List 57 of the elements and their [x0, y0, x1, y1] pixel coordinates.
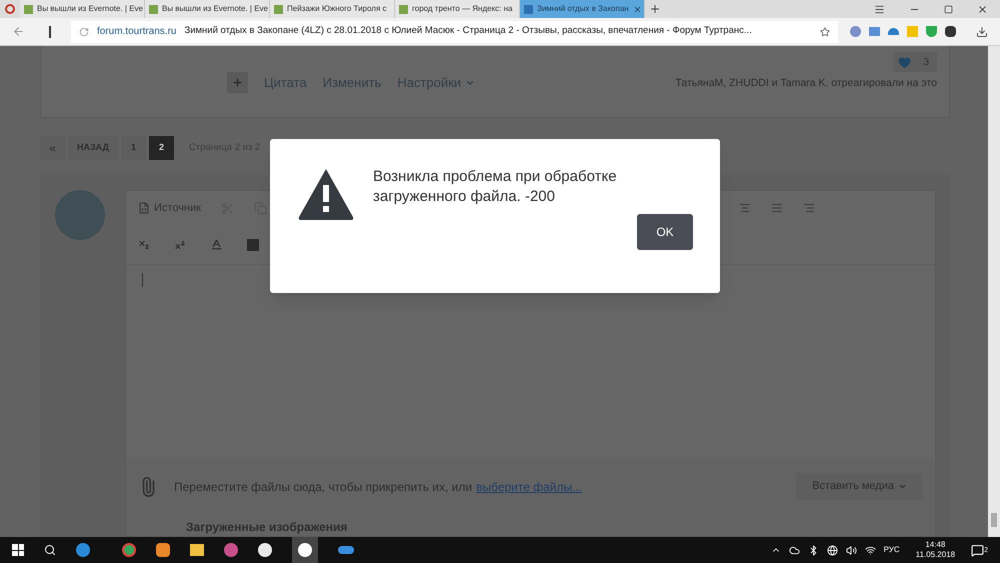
cloud-icon[interactable] — [788, 544, 800, 556]
clock-date: 11.05.2018 — [916, 550, 956, 560]
tab-title: Вы вышли из Evernote. | Eve — [162, 3, 268, 15]
volume-icon[interactable] — [846, 544, 857, 556]
plus-icon — [232, 77, 243, 88]
tab-favicon-icon — [149, 4, 158, 14]
reactions-text: ТатьянаM, ZHUDDI и Tamara K. отреагировали на это — [675, 76, 937, 91]
bookmark-star-icon[interactable] — [820, 26, 830, 36]
browser-tab[interactable]: Вы вышли из Evernote. | Eve — [145, 0, 270, 18]
source-code-icon — [138, 202, 150, 214]
caret-icon — [898, 482, 907, 491]
tab-favicon-icon — [24, 4, 33, 14]
heart-icon — [898, 56, 912, 68]
browser-tab[interactable]: город тренто — Яндекс: на — [395, 0, 520, 18]
taskbar-app-icon[interactable] — [156, 543, 170, 557]
tab-favicon-icon — [524, 4, 533, 14]
menu-icon[interactable] — [874, 4, 885, 14]
new-tab-icon[interactable] — [649, 3, 661, 15]
clock-time: 14:48 — [925, 540, 946, 550]
tab-title: Вы вышли из Evernote. | Eve — [37, 3, 143, 15]
download-icon[interactable] — [976, 26, 988, 38]
taskbar-app-icon[interactable] — [258, 543, 272, 557]
page-title: Зимний отдых в Закопане (4LZ) с 28.01.2018 с Юлией Масюк - Страница 2 - Отзывы, рассказы, впечатления - Форум Туртранс... — [184, 24, 752, 38]
tab-favicon-icon — [274, 4, 283, 14]
tab-title: город тренто — Яндекс: на — [412, 3, 512, 15]
taskbar-app-icon[interactable] — [292, 537, 318, 563]
close-icon[interactable] — [632, 4, 642, 14]
browser-logo-icon — [5, 4, 15, 14]
tab-title: Зимний отдых в Закопан — [537, 3, 629, 15]
tab-favicon-icon — [399, 4, 408, 14]
browser-tab[interactable]: Зимний отдых в Закопан — [520, 0, 645, 18]
ok-button[interactable]: OK — [637, 214, 693, 250]
clock[interactable]: 14:48 11.05.2018 — [916, 540, 956, 560]
address-field[interactable]: forum.tourtrans.ru Зимний отдых в Закопане (4LZ) с 28.01.2018 с Юлией Масюк - Страница 2 - Отзывы, рассказы, впечатления - Форум Туртранс... — [71, 20, 838, 42]
url-domain: forum.tourtrans.ru — [97, 25, 176, 39]
tab-title: Пейзажи Южного Тироля с — [287, 3, 386, 15]
wifi-icon[interactable] — [864, 544, 876, 556]
maximize-icon[interactable] — [944, 4, 953, 14]
background-color-icon[interactable] — [247, 238, 259, 250]
browser-tab[interactable]: Вы вышли из Evernote. | Eve — [20, 0, 145, 18]
text-color-icon[interactable] — [210, 238, 223, 251]
superscript-icon[interactable] — [174, 238, 186, 250]
close-icon[interactable] — [977, 4, 988, 14]
back-icon[interactable] — [12, 25, 25, 38]
warning-icon — [297, 167, 355, 221]
reload-icon — [79, 26, 89, 36]
browser-tab[interactable]: Пейзажи Южного Тироля с — [270, 0, 395, 18]
page-button[interactable]: 2 — [149, 136, 174, 160]
search-icon[interactable] — [44, 544, 56, 556]
extension-icon[interactable] — [945, 26, 956, 37]
subscript-icon[interactable] — [138, 238, 150, 250]
windows-start-icon[interactable] — [12, 544, 24, 556]
taskbar-app-icon[interactable] — [122, 543, 136, 557]
bluetooth-icon[interactable] — [808, 544, 819, 556]
language-indicator[interactable]: РУС — [884, 544, 900, 556]
dialog-message: Возникла проблема при обработке загруженного файла. -200 — [373, 167, 618, 207]
globe-icon[interactable] — [826, 544, 838, 556]
